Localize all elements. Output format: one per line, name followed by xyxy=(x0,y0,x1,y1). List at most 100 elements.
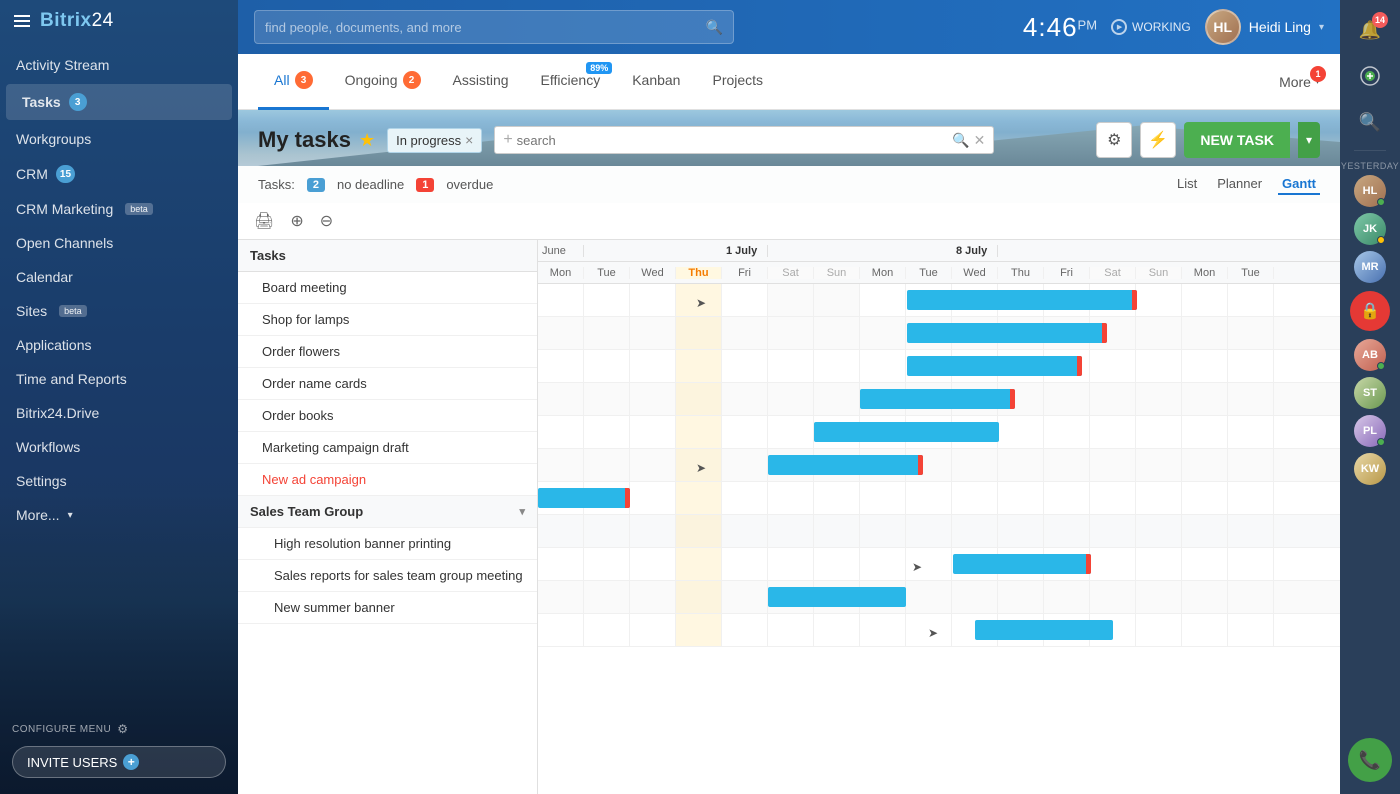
filter-tag-in-progress: In progress × xyxy=(387,128,482,153)
plus-icon: + xyxy=(123,754,139,770)
star-icon[interactable]: ★ xyxy=(359,130,375,151)
print-icon[interactable]: 🖨 xyxy=(250,209,278,233)
tabs-bar: All 3 Ongoing 2 Assisting Efficiency 89%… xyxy=(238,54,1340,110)
gantt-days-header: Mon Tue Wed Thu Fri Sat Sun Mon Tue Wed … xyxy=(538,262,1340,284)
logo: Bitrix24 xyxy=(40,10,114,32)
tab-ongoing[interactable]: Ongoing 2 xyxy=(329,54,437,110)
zoom-out-icon[interactable]: ⊖ xyxy=(316,209,337,233)
contact-avatar-6[interactable]: PL xyxy=(1354,415,1386,447)
zoom-in-icon[interactable]: ⊕ xyxy=(286,209,307,233)
sidebar-item-applications[interactable]: Applications xyxy=(0,328,238,362)
sidebar-item-crm[interactable]: CRM 15 xyxy=(0,156,238,192)
sidebar-item-settings[interactable]: Settings xyxy=(0,464,238,498)
tabs-more-button[interactable]: More ▾ 1 xyxy=(1279,74,1320,90)
configure-menu-btn[interactable]: CONFIGURE MENU ⚙ xyxy=(12,722,226,736)
june-label: June xyxy=(538,245,584,257)
sidebar-nav: Activity Stream Tasks 3 Workgroups CRM 1… xyxy=(0,42,238,712)
right-panel: 🔔 14 🔍 Yesterday HL JK MR 🔒 AB ST PL KW … xyxy=(1340,0,1400,794)
contact-avatar-2[interactable]: JK xyxy=(1354,213,1386,245)
hamburger-menu[interactable] xyxy=(12,13,32,29)
sidebar-item-tasks[interactable]: Tasks 3 xyxy=(6,84,232,120)
collapse-icon[interactable]: ▾ xyxy=(519,505,525,518)
task-actions: ⚙ ⚡ NEW TASK ▾ xyxy=(1096,122,1320,158)
overdue-label: overdue xyxy=(446,177,493,192)
tab-all-badge: 3 xyxy=(295,71,313,89)
task-row-marketing-campaign[interactable]: Marketing campaign draft xyxy=(238,432,537,464)
chevron-down-icon: ▾ xyxy=(1319,22,1324,33)
global-search-bar[interactable]: 🔍 xyxy=(254,10,734,44)
contact-avatar-7[interactable]: KW xyxy=(1354,453,1386,485)
sidebar-item-sites[interactable]: Sites beta xyxy=(0,294,238,328)
gantt-chart-panel[interactable]: June 1 July 8 July xyxy=(538,240,1340,794)
no-deadline-label: no deadline xyxy=(337,177,404,192)
planner-view-btn[interactable]: Planner xyxy=(1213,174,1266,195)
task-row-board-meeting[interactable]: Board meeting xyxy=(238,272,537,304)
tasks-info-bar: Tasks: 2 no deadline 1 overdue List Plan… xyxy=(238,166,1340,203)
new-task-dropdown[interactable]: ▾ xyxy=(1298,122,1320,158)
user-menu[interactable]: HL Heidi Ling ▾ xyxy=(1205,9,1324,45)
sidebar: Bitrix24 Activity Stream Tasks 3 Workgro… xyxy=(0,0,238,794)
tab-kanban[interactable]: Kanban xyxy=(616,54,696,110)
invite-users-button[interactable]: INVITE USERS + xyxy=(12,746,226,778)
task-row-summer-banner[interactable]: New summer banner xyxy=(238,592,537,624)
task-header: My tasks ★ In progress × + 🔍 ✕ ⚙ ⚡ NEW T… xyxy=(238,110,1340,166)
main-content: 🔍 4:46PM WORKING HL Heidi Ling ▾ All 3 xyxy=(238,0,1340,794)
clock-display: 4:46PM xyxy=(1023,12,1097,43)
task-list-panel: Tasks Board meeting Shop for lamps Order… xyxy=(238,240,538,794)
lightning-icon-btn[interactable]: ⚡ xyxy=(1140,122,1176,158)
lock-button[interactable]: 🔒 xyxy=(1350,291,1390,331)
new-task-button[interactable]: NEW TASK xyxy=(1184,122,1290,158)
notification-bell-button[interactable]: 🔔 14 xyxy=(1348,8,1392,52)
avatar: HL xyxy=(1205,9,1241,45)
task-row-order-name-cards[interactable]: Order name cards xyxy=(238,368,537,400)
sidebar-item-open-channels[interactable]: Open Channels xyxy=(0,226,238,260)
task-search-bar[interactable]: + 🔍 ✕ xyxy=(494,126,994,154)
settings-icon-btn[interactable]: ⚙ xyxy=(1096,122,1132,158)
gear-icon: ⚙ xyxy=(117,722,128,736)
sidebar-item-more[interactable]: More... ▾ xyxy=(0,498,238,532)
task-row-order-flowers[interactable]: Order flowers xyxy=(238,336,537,368)
task-row-shop-lamps[interactable]: Shop for lamps xyxy=(238,304,537,336)
task-row-sales-team-group[interactable]: Sales Team Group ▾ xyxy=(238,496,537,528)
close-icon[interactable]: ✕ xyxy=(974,132,986,149)
phone-button[interactable]: 📞 xyxy=(1348,738,1392,782)
task-row-banner-printing[interactable]: High resolution banner printing xyxy=(238,528,537,560)
search-icon: 🔍 xyxy=(706,19,723,36)
sidebar-item-drive[interactable]: Bitrix24.Drive xyxy=(0,396,238,430)
search-icon[interactable]: 🔍 xyxy=(952,132,969,149)
no-deadline-count: 2 xyxy=(307,178,325,192)
sidebar-item-crm-marketing[interactable]: CRM Marketing beta xyxy=(0,192,238,226)
contact-avatar-5[interactable]: ST xyxy=(1354,377,1386,409)
working-status[interactable]: WORKING xyxy=(1111,19,1191,35)
chat-button[interactable] xyxy=(1348,54,1392,98)
contact-avatar-4[interactable]: AB xyxy=(1354,339,1386,371)
sidebar-item-time-reports[interactable]: Time and Reports xyxy=(0,362,238,396)
clock-area: 4:46PM WORKING HL Heidi Ling ▾ xyxy=(1023,9,1324,45)
task-row-new-ad-campaign[interactable]: New ad campaign xyxy=(238,464,537,496)
search-button[interactable]: 🔍 xyxy=(1348,100,1392,144)
contact-avatar-1[interactable]: HL xyxy=(1354,175,1386,207)
sidebar-item-activity-stream[interactable]: Activity Stream xyxy=(0,48,238,82)
contact-avatar-3[interactable]: MR xyxy=(1354,251,1386,283)
sidebar-item-workgroups[interactable]: Workgroups xyxy=(0,122,238,156)
gantt-view-btn[interactable]: Gantt xyxy=(1278,174,1320,195)
tasks-count-label: Tasks: xyxy=(258,177,295,192)
task-title-area: My tasks ★ xyxy=(258,127,375,153)
tab-efficiency[interactable]: Efficiency 89% xyxy=(525,54,617,110)
july1-label: 1 July xyxy=(722,245,768,257)
topbar: 🔍 4:46PM WORKING HL Heidi Ling ▾ xyxy=(238,0,1340,54)
task-row-order-books[interactable]: Order books xyxy=(238,400,537,432)
task-list-header: Tasks xyxy=(238,240,537,272)
task-row-sales-reports[interactable]: Sales reports for sales team group meeti… xyxy=(238,560,537,592)
tab-projects[interactable]: Projects xyxy=(696,54,779,110)
sidebar-footer: CONFIGURE MENU ⚙ INVITE USERS + xyxy=(0,712,238,794)
notification-badge: 14 xyxy=(1372,12,1388,28)
tab-assisting[interactable]: Assisting xyxy=(437,54,525,110)
remove-filter-icon[interactable]: × xyxy=(465,133,473,147)
list-view-btn[interactable]: List xyxy=(1173,174,1201,195)
tab-all[interactable]: All 3 xyxy=(258,54,329,110)
task-search-input[interactable] xyxy=(517,133,952,148)
sidebar-item-workflows[interactable]: Workflows xyxy=(0,430,238,464)
search-input[interactable] xyxy=(265,20,698,35)
sidebar-item-calendar[interactable]: Calendar xyxy=(0,260,238,294)
